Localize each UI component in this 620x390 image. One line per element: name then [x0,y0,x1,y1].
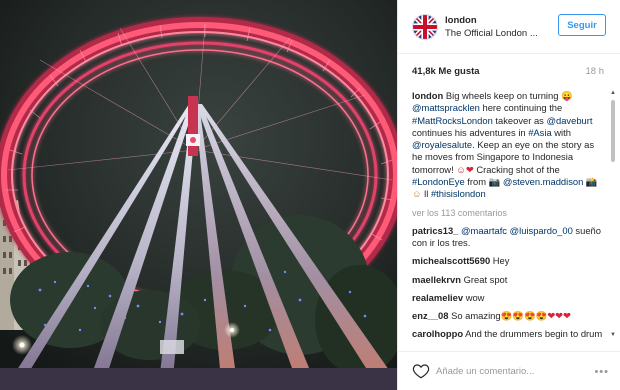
comment-text: Great spot [461,273,508,285]
comment-text: So amazing [448,310,501,322]
post-meta: 41,8k Me gusta 18 h [412,66,604,78]
comment-username[interactable]: maellekrvn [412,274,461,285]
post-details-panel: london The Official London ... Seguir 41… [397,0,620,390]
caption-text: continues his adventures in [412,126,529,138]
account-full-name: The Official London ... [445,27,538,39]
likes-count[interactable]: 41,8k Me gusta [412,66,480,77]
london-eye-photo [0,0,397,390]
hashtag-link[interactable]: #LondonEye [412,176,465,187]
scroll-up-arrow-icon[interactable]: ▲ [610,90,616,96]
comment-username[interactable]: michealscott5690 [412,255,490,266]
post-modal: london The Official London ... Seguir 41… [0,0,620,390]
account-info: london The Official London ... [445,14,549,40]
post-header: london The Official London ... Seguir [398,0,620,54]
comment-item: patrics13_ @maartafc @luispardo_00 sueño… [412,225,604,250]
mention-link[interactable]: @royalesalute [412,139,472,150]
comments-list[interactable]: london Big wheels keep on turning 😛 @mat… [412,90,604,343]
hashtag-link[interactable]: #Asia [528,127,551,138]
comments-scrollbar[interactable]: ▲ ▼ [610,90,616,342]
comment-item: enz__08 So amazing😍😍😍😍❤❤❤ [412,310,604,322]
caption-text: here continuing the [479,102,563,114]
post-footer: ••• [398,351,620,390]
comment-username[interactable]: carolhoppo [412,328,463,339]
account-username[interactable]: london [445,14,549,27]
comment-text: wow [463,291,485,303]
more-options-icon[interactable]: ••• [594,366,609,378]
caption-text: Big wheels keep on turning [443,90,562,101]
mention-link[interactable]: @maartafc [461,225,507,236]
comment-text: And the drummers begin to drum [463,328,603,340]
post-photo[interactable] [0,0,397,390]
comment-rows: patrics13_ @maartafc @luispardo_00 sueño… [412,225,604,341]
comment-emoji: 😍😍😍😍 [500,310,548,322]
scroll-down-arrow-icon[interactable]: ▼ [610,332,616,338]
caption-emoji: 😛 [561,90,573,101]
comment-item: carolhoppo And the drummers begin to dru… [412,328,604,340]
mention-link[interactable]: @steven.maddison [503,176,583,187]
view-all-comments-link[interactable]: ver los 113 comentarios [412,207,604,219]
caption-text: Cracking shot of the [473,163,560,175]
comment-username[interactable]: patrics13_ [412,225,458,236]
caption-text: ll [421,188,431,200]
comment-item: realameliev wow [412,292,604,304]
follow-button[interactable]: Seguir [558,14,606,36]
comment-item: maellekrvn Great spot [412,274,604,286]
caption-text: with [551,126,571,138]
comment-text: Hey [490,255,510,267]
comment-username[interactable]: realameliev [412,292,463,303]
caption-emoji: ☺❤ [456,163,474,175]
hashtag-link[interactable]: #thisislondon [431,188,486,199]
camera-emoji: 📷 [488,176,501,188]
scrollbar-thumb[interactable] [611,100,615,162]
caption-text: takeover as [492,114,547,126]
caption-username[interactable]: london [412,90,443,101]
comment-item: michealscott5690 Hey [412,255,604,267]
post-caption: london Big wheels keep on turning 😛 @mat… [412,90,604,201]
comment-emoji: ❤❤❤ [547,310,571,322]
mention-link[interactable]: @luispardo_00 [510,225,573,236]
hashtag-link[interactable]: #MattRocksLondon [412,115,493,126]
post-timestamp[interactable]: 18 h [586,66,605,77]
comment-username[interactable]: enz__08 [412,310,448,321]
add-comment-input[interactable] [436,363,586,379]
caption-text: from [464,176,489,188]
mention-link[interactable]: @daveburt [546,115,592,126]
mention-link[interactable]: @mattspracklen [412,102,480,113]
heart-outline-icon[interactable] [412,362,430,380]
union-jack-icon[interactable] [412,13,438,40]
